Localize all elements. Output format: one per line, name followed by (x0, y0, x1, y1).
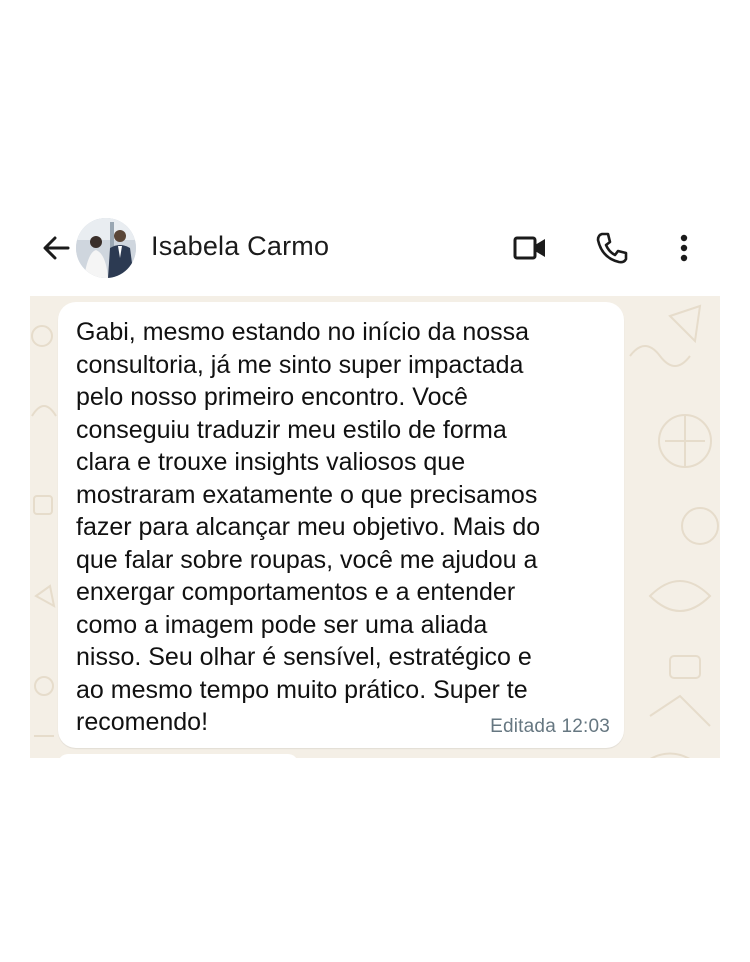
contact-name[interactable]: Isabela Carmo (151, 231, 329, 262)
message-time: 12:03 (561, 716, 610, 737)
arrow-left-icon[interactable] (40, 232, 72, 264)
video-camera-icon[interactable] (512, 230, 548, 266)
chat-area[interactable]: Gabi, mesmo estando no início da nossa c… (30, 296, 720, 758)
phone-icon[interactable] (594, 230, 630, 266)
next-message-bubble[interactable] (58, 754, 298, 758)
edited-label: Editada (490, 716, 556, 737)
message-bubble[interactable]: Gabi, mesmo estando no início da nossa c… (58, 302, 624, 748)
avatar-photo (76, 218, 136, 278)
avatar[interactable] (76, 218, 136, 278)
message-meta: Editada 12:03 (490, 716, 610, 738)
chat-header: Isabela Carmo (30, 212, 720, 284)
message-text: Gabi, mesmo estando no início da nossa c… (76, 318, 541, 736)
more-vertical-icon[interactable] (666, 230, 702, 266)
